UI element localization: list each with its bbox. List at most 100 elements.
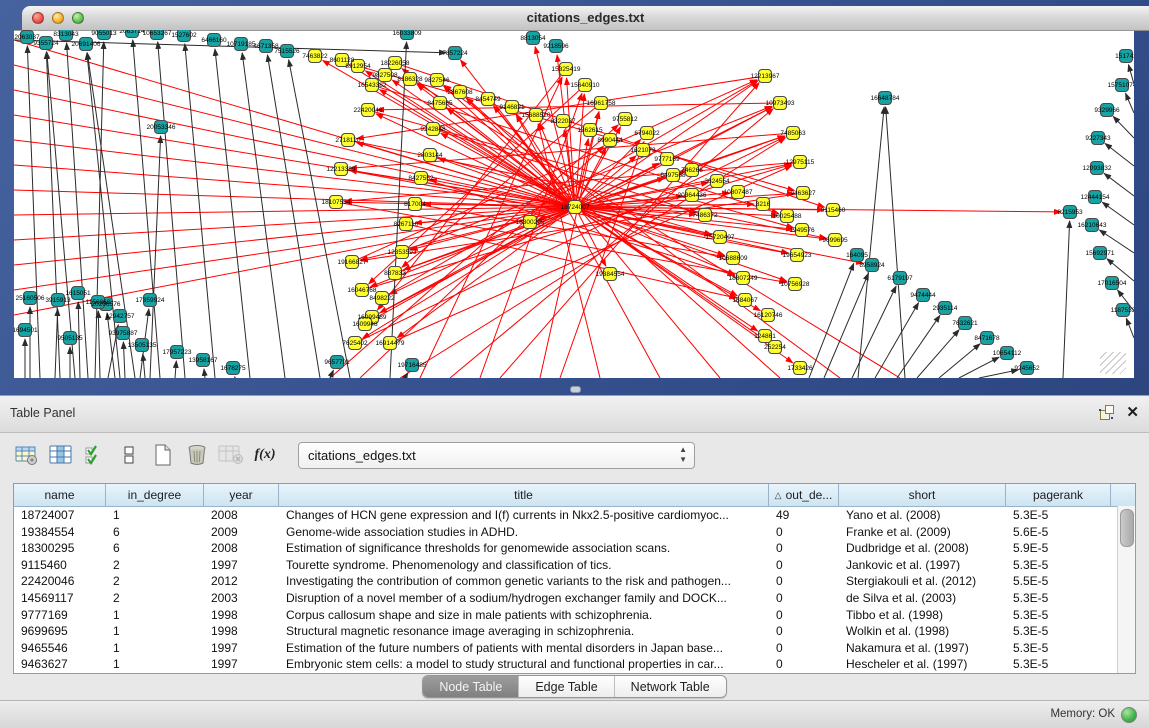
table-cell[interactable]: 22420046 [14,573,106,590]
column-header-pagerank[interactable]: pagerank [1006,484,1111,506]
table-cell[interactable]: 5.3E-5 [1006,507,1111,524]
table-row[interactable]: 946554611997Estimation of the future num… [14,640,1135,657]
table-cell[interactable]: Franke et al. (2009) [839,524,1006,541]
table-cell[interactable]: 9699695 [14,623,106,640]
table-cell[interactable]: 9777169 [14,607,106,624]
table-cell[interactable]: 1997 [204,656,279,673]
graph-edge[interactable] [267,55,320,378]
table-row[interactable]: 1938455462009Genome-wide association stu… [14,524,1135,541]
table-cell[interactable]: 19384554 [14,524,106,541]
table-cell[interactable]: Changes of HCN gene expression and I(f) … [279,507,769,524]
graph-edge[interactable] [98,311,100,378]
graph-edge[interactable] [1063,221,1070,378]
table-cell[interactable]: 1997 [204,640,279,657]
graph-edge[interactable] [1104,173,1134,196]
table-cell[interactable]: Structural magnetic resonance image aver… [279,623,769,640]
table-cell[interactable]: 2003 [204,590,279,607]
table-cell[interactable]: Disruption of a novel member of a sodium… [279,590,769,607]
table-cell[interactable]: 6 [106,540,204,557]
table-cell[interactable]: 2 [106,573,204,590]
column-header-in_degree[interactable]: in_degree [106,484,204,506]
table-cell[interactable]: 9463627 [14,656,106,673]
table-cell[interactable]: 1 [106,640,204,657]
table-cell[interactable]: Embryonic stem cells: a model to study s… [279,656,769,673]
table-cell[interactable]: 0 [769,540,839,557]
table-cell[interactable]: 0 [769,640,839,657]
graph-edge[interactable] [215,49,250,378]
graph-edge[interactable] [886,107,905,378]
graph-edge[interactable] [14,190,575,207]
table-cell[interactable]: Hescheler et al. (1997) [839,656,1006,673]
table-cell[interactable]: 0 [769,656,839,673]
table-cell[interactable]: 0 [769,590,839,607]
table-cell[interactable]: 5.3E-5 [1006,656,1111,673]
table-cell[interactable]: 1997 [204,557,279,574]
table-cell[interactable]: Estimation of the future numbers of pati… [279,640,769,657]
table-cell[interactable]: 2009 [204,524,279,541]
table-row[interactable]: 969969511998Structural magnetic resonanc… [14,623,1135,640]
table-cell[interactable]: Yano et al. (2008) [839,507,1006,524]
row-height-icon[interactable] [114,441,144,469]
graph-edge[interactable] [14,207,575,215]
table-cell[interactable]: 2008 [204,507,279,524]
table-cell[interactable]: 2 [106,590,204,607]
table-cell[interactable]: Dudbridge et al. (2008) [839,540,1006,557]
close-panel-icon[interactable]: ✕ [1126,405,1139,420]
graph-edge[interactable] [330,125,618,378]
table-row[interactable]: 1456911722003Disruption of a novel membe… [14,590,1135,607]
table-cell[interactable]: Investigating the contribution of common… [279,573,769,590]
graph-edge[interactable] [897,315,940,378]
graph-edge[interactable] [852,286,896,378]
graph-edge[interactable] [185,44,215,378]
graph-edge[interactable] [175,361,176,378]
function-builder-icon[interactable]: f(x) [250,441,280,469]
tab-node-table[interactable]: Node Table [423,676,519,697]
delete-columns-icon[interactable] [182,441,212,469]
table-cell[interactable]: 49 [769,507,839,524]
column-header-short[interactable]: short [839,484,1006,506]
tab-edge-table[interactable]: Edge Table [519,676,614,697]
table-cell[interactable]: Tibbo et al. (1998) [839,607,1006,624]
table-row[interactable]: 2242004622012Investigating the contribut… [14,573,1135,590]
tab-network-table[interactable]: Network Table [615,676,726,697]
table-cell[interactable]: 9115460 [14,557,106,574]
table-cell[interactable]: 5.6E-5 [1006,524,1111,541]
resize-grip[interactable] [1100,352,1126,374]
table-cell[interactable]: 1 [106,623,204,640]
graph-edge[interactable] [917,330,959,378]
table-cell[interactable]: Jankovic et al. (1997) [839,557,1006,574]
table-cell[interactable]: 6 [106,524,204,541]
table-cell[interactable]: 14569117 [14,590,106,607]
table-cell[interactable]: 0 [769,557,839,574]
window-titlebar[interactable]: citations_edges.txt [22,6,1149,31]
table-cell[interactable]: 1998 [204,623,279,640]
graph-edge[interactable] [824,273,868,378]
network-canvas-area[interactable]: 1872400774638228601128891295418226058982… [14,30,1134,378]
column-header-year[interactable]: year [204,484,279,506]
table-row[interactable]: 1872400712008Changes of HCN gene express… [14,507,1135,524]
graph-edge[interactable] [875,303,918,378]
table-options-icon[interactable] [12,441,42,469]
table-cell[interactable]: 0 [769,623,839,640]
show-columns-icon[interactable] [46,441,76,469]
graph-edge[interactable] [158,42,185,378]
table-row[interactable]: 911546021997Tourette syndrome. Phenomeno… [14,557,1135,574]
column-header-title[interactable]: title [279,484,769,506]
create-column-icon[interactable] [148,441,178,469]
table-cell[interactable]: 5.5E-5 [1006,573,1111,590]
graph-edge[interactable] [14,140,575,207]
table-cell[interactable]: 5.3E-5 [1006,607,1111,624]
table-cell[interactable]: de Silva et al. (2003) [839,590,1006,607]
graph-edge[interactable] [1113,116,1134,138]
graph-edge[interactable] [1105,144,1134,166]
table-cell[interactable]: 1 [106,607,204,624]
table-cell[interactable]: 5.3E-5 [1006,590,1111,607]
graph-edge[interactable] [979,370,1018,378]
table-cell[interactable]: 2 [106,557,204,574]
table-cell[interactable]: Genome-wide association studies in ADHD. [279,524,769,541]
column-header-name[interactable]: name [14,484,106,506]
table-cell[interactable]: 18300295 [14,540,106,557]
graph-edge[interactable] [143,354,145,378]
graph-edge[interactable] [242,53,285,378]
table-cell[interactable]: 0 [769,607,839,624]
